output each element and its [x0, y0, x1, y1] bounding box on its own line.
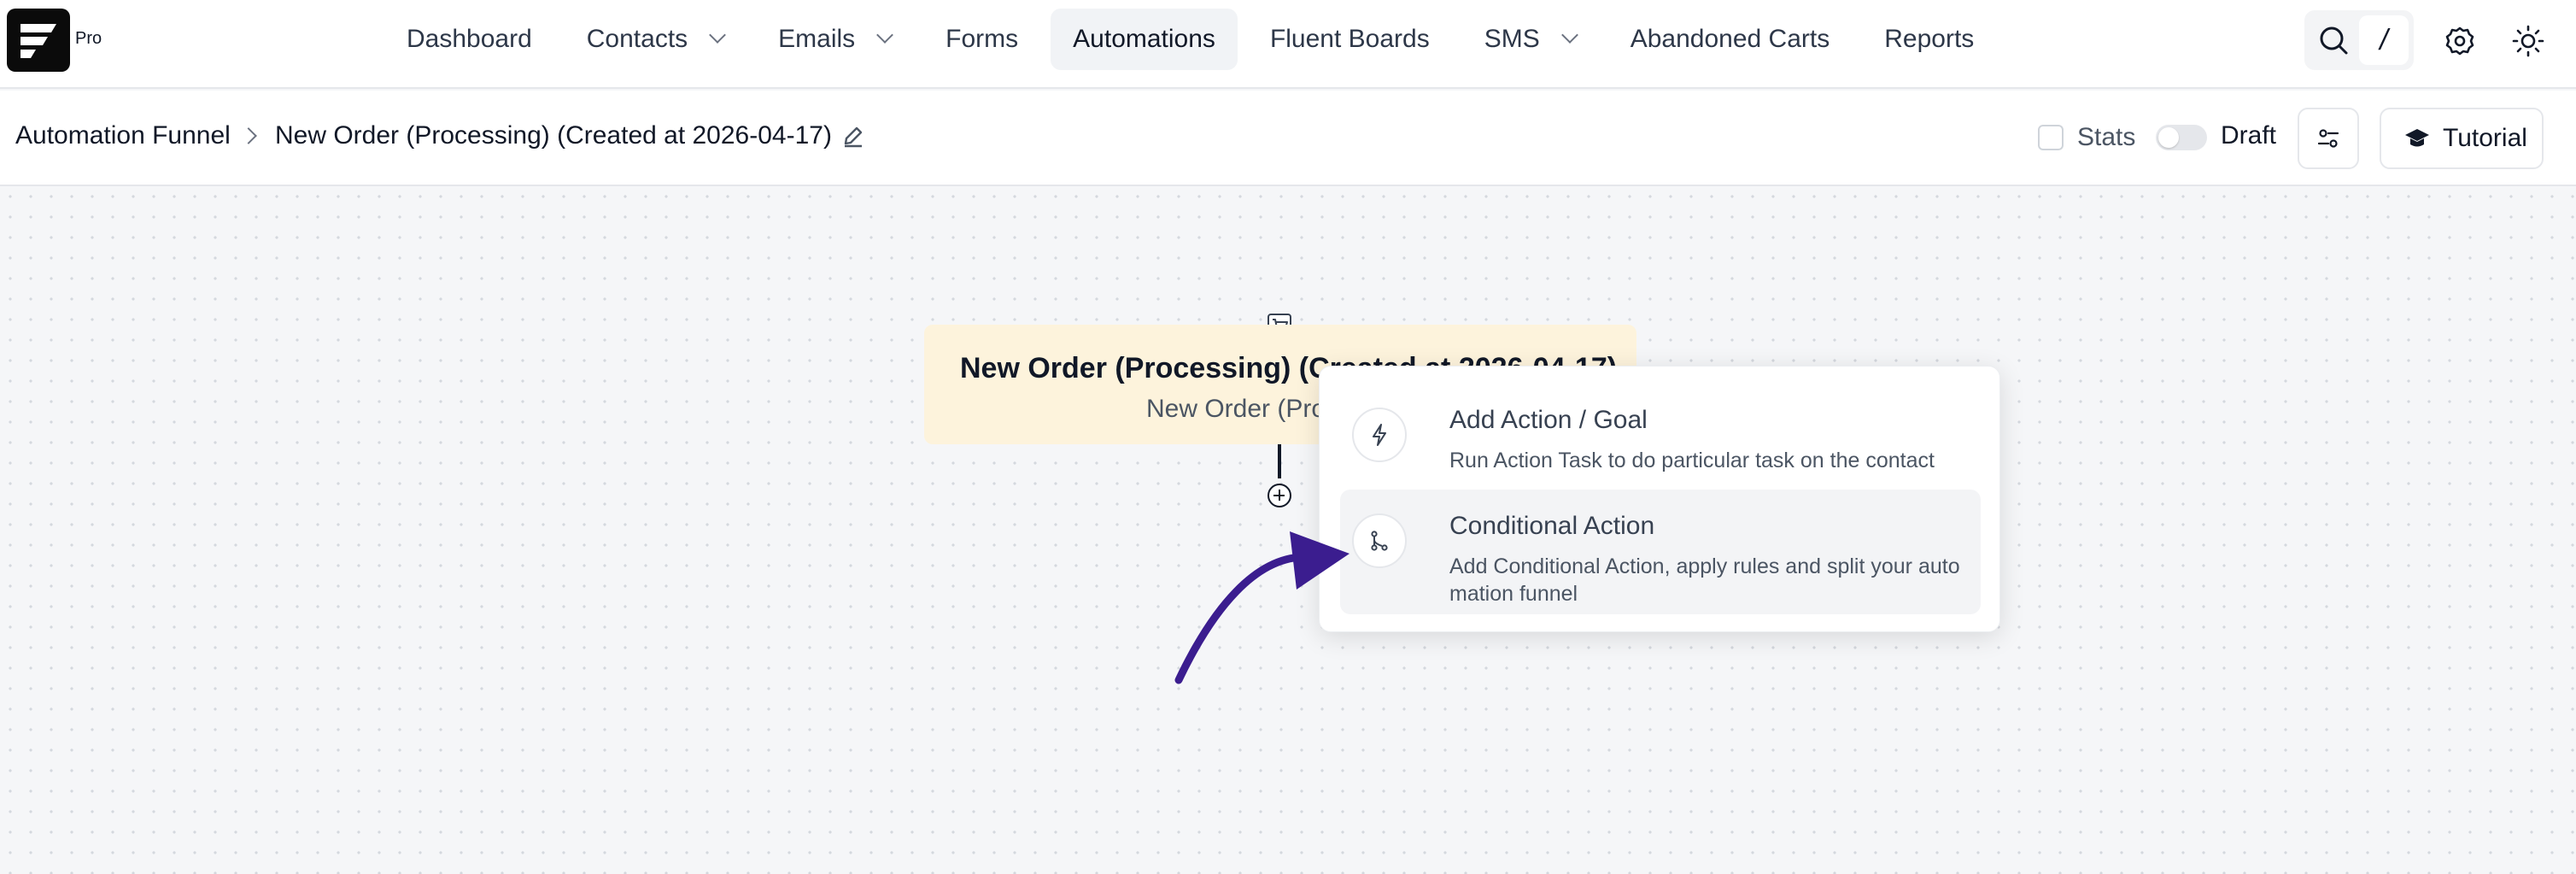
nav-label: Reports — [1884, 25, 1975, 53]
nav-label: Abandoned Carts — [1630, 25, 1830, 53]
nav-label: SMS — [1484, 25, 1540, 53]
theme-toggle-button[interactable] — [2503, 15, 2554, 67]
stats-checkbox[interactable] — [2038, 125, 2064, 150]
option-title: Add Action / Goal — [1449, 406, 1648, 434]
fluentcrm-logo[interactable] — [7, 9, 70, 72]
pencil-icon — [844, 126, 863, 148]
nav-reports[interactable]: Reports — [1862, 9, 1996, 70]
breadcrumb-automation-funnel[interactable]: Automation Funnel — [15, 121, 231, 150]
chevron-down-icon — [1560, 26, 1578, 44]
top-navigation: Pro Dashboard Contacts Emails Forms Auto… — [0, 0, 2576, 89]
draft-toggle[interactable] — [2156, 125, 2207, 150]
annotation-arrow-icon — [1174, 531, 1349, 684]
nav-sms[interactable]: SMS — [1462, 9, 1598, 70]
nav-label: Dashboard — [407, 25, 532, 53]
conditional-action-option[interactable]: Conditional Action Add Conditional Actio… — [1340, 490, 1981, 614]
stats-label: Stats — [2077, 123, 2136, 151]
tutorial-label: Tutorial — [2443, 124, 2527, 152]
nav-label: Contacts — [586, 25, 688, 53]
option-description: Add Conditional Action, apply rules and … — [1449, 554, 1960, 606]
gear-icon — [2445, 26, 2474, 56]
sliders-icon — [2317, 129, 2339, 148]
nav-fluent-boards[interactable]: Fluent Boards — [1248, 9, 1452, 70]
add-action-goal-option[interactable]: Add Action / Goal Run Action Task to do … — [1340, 384, 1981, 481]
chevron-down-icon — [876, 26, 894, 44]
tutorial-button[interactable]: Tutorial — [2380, 108, 2544, 169]
nav-dashboard[interactable]: Dashboard — [384, 9, 554, 70]
lightning-icon — [1352, 408, 1407, 462]
nav-label: Fluent Boards — [1269, 25, 1430, 53]
nav-label: Forms — [946, 25, 1019, 53]
edit-title-button[interactable] — [840, 123, 866, 153]
chevron-down-icon — [709, 26, 727, 44]
option-description: Run Action Task to do particular task on… — [1449, 449, 1935, 472]
settings-button[interactable] — [2434, 15, 2485, 67]
toggle-knob — [2158, 127, 2179, 148]
nav-forms[interactable]: Forms — [923, 9, 1040, 70]
search-group: / — [2304, 10, 2414, 70]
funnel-settings-button[interactable] — [2298, 108, 2359, 169]
trigger-subtitle: New Order (Pro — [1146, 395, 1326, 423]
graduation-cap-icon — [2405, 129, 2429, 147]
flow-connector — [1278, 444, 1281, 478]
search-button[interactable] — [2308, 14, 2359, 67]
sun-icon — [2512, 25, 2544, 57]
nav-label: Emails — [778, 25, 856, 53]
nav-abandoned-carts[interactable]: Abandoned Carts — [1608, 9, 1853, 70]
breadcrumb-current-funnel: New Order (Processing) (Created at 2026-… — [275, 121, 832, 150]
nav-automations[interactable]: Automations — [1051, 9, 1238, 70]
pro-badge: Pro — [75, 29, 102, 48]
automation-header: Automation Funnel New Order (Processing)… — [0, 91, 2576, 186]
nav-emails[interactable]: Emails — [756, 9, 913, 70]
nav-label: Automations — [1073, 25, 1215, 53]
add-step-button[interactable] — [1268, 484, 1291, 507]
option-title: Conditional Action — [1449, 512, 1655, 540]
nav-contacts[interactable]: Contacts — [565, 9, 746, 70]
main-nav: Dashboard Contacts Emails Forms Automati… — [384, 9, 2006, 70]
search-shortcut-key[interactable]: / — [2359, 15, 2409, 65]
add-step-menu: Add Action / Goal Run Action Task to do … — [1319, 366, 2000, 632]
draft-label: Draft — [2221, 121, 2277, 150]
chevron-right-icon — [240, 127, 257, 144]
search-icon — [2320, 26, 2348, 55]
